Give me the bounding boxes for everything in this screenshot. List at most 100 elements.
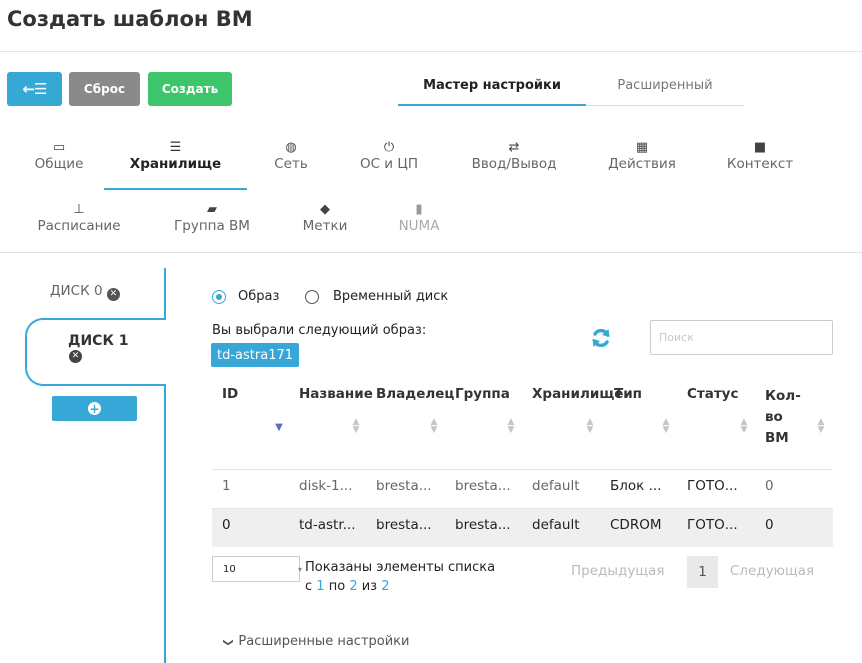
tab-network[interactable]: ◍ Сеть [268, 140, 314, 172]
tab-actions[interactable]: ▦ Действия [602, 140, 682, 172]
prev-page-button[interactable]: Предыдущая [571, 563, 664, 579]
sitemap-icon: ⊥ [73, 202, 85, 217]
table-info-line1: Показаны элементы списка [305, 560, 496, 575]
cell-name: td-astr... [299, 517, 356, 533]
sort-icon[interactable]: ▲ ▼ [817, 418, 825, 435]
cell-owner: bresta... [376, 517, 432, 533]
tab-numa[interactable]: ▮ NUMA [390, 202, 448, 234]
column-header-id[interactable]: ID [222, 386, 238, 402]
column-header-vms-line2: во [765, 409, 783, 425]
next-page-button[interactable]: Следующая [730, 563, 814, 579]
disk-0-label: ДИСК 0 [50, 283, 103, 299]
cell-status: ГОТО... [687, 517, 738, 533]
sort-icon[interactable]: ▲ ▼ [740, 418, 748, 435]
back-button[interactable]: ←☰ [7, 72, 62, 106]
reset-button[interactable]: Сброс [69, 72, 140, 106]
active-tab-underline [104, 188, 247, 190]
cell-id: 0 [222, 517, 231, 533]
tab-advanced[interactable]: Расширенный [586, 78, 744, 106]
selected-image-text: Вы выбрали следующий образ: [212, 323, 427, 338]
folder-icon: ■ [753, 140, 767, 155]
arrow-left-list-icon: ←☰ [22, 80, 47, 98]
table-info: Показаны элементы списка с 1 по 2 из 2 [305, 558, 495, 596]
cell-datastore: default [532, 517, 580, 533]
tab-os-cpu[interactable]: ⏻ ОС и ЦП [353, 140, 425, 172]
calendar-icon: ▦ [635, 140, 649, 155]
cell-datastore: default [532, 478, 580, 494]
tab-context-label: Контекст [726, 156, 794, 172]
laptop-icon: ▭ [52, 140, 66, 155]
table-info-by: по [328, 579, 346, 594]
page-size-value: 10 [223, 563, 236, 575]
chip-icon: ▮ [415, 202, 423, 217]
refresh-icon[interactable] [589, 326, 613, 350]
cell-group: bresta... [455, 478, 511, 494]
tab-wizard[interactable]: Мастер настройки [398, 78, 586, 106]
sort-icon[interactable]: ▲ ▼ [507, 418, 515, 435]
column-header-name[interactable]: Название [299, 386, 373, 402]
tab-tags[interactable]: ◆ Метки [297, 202, 353, 234]
tab-storage-label: Хранилище [129, 156, 222, 172]
cell-type: Блок ... [610, 478, 662, 494]
column-header-owner[interactable]: Владелец [376, 386, 454, 402]
tab-vm-group[interactable]: ▰ Группа ВМ [164, 202, 260, 234]
advanced-settings-label: Расширенные настройки [238, 634, 410, 649]
globe-icon: ◍ [285, 140, 297, 155]
tab-tags-label: Метки [302, 218, 348, 234]
disk-0-tab[interactable]: ДИСК 0 ✕ [50, 283, 120, 301]
column-header-status[interactable]: Статус [687, 386, 738, 402]
chevron-down-icon: ❯ [222, 638, 234, 647]
disk-1-tab[interactable] [25, 318, 166, 386]
column-header-vms[interactable]: Кол- во ВМ [765, 386, 801, 449]
column-header-type[interactable]: Тип [614, 386, 642, 402]
search-input[interactable] [650, 320, 833, 355]
tab-vm-group-label: Группа ВМ [174, 218, 250, 234]
column-header-vms-line1: Кол- [765, 388, 801, 404]
volatile-radio-label: Временный диск [333, 289, 449, 304]
cell-name: disk-1... [299, 478, 353, 494]
sort-icon[interactable]: ▲ ▼ [430, 418, 438, 435]
page-size-select[interactable]: 10 ▾ [212, 556, 302, 582]
sort-icon[interactable]: ▲ ▼ [662, 418, 670, 435]
page-title: Создать шаблон ВМ [7, 7, 253, 31]
advanced-settings-toggle[interactable]: ❯ Расширенные настройки [222, 634, 410, 649]
add-disk-button[interactable]: + [52, 396, 137, 421]
image-radio[interactable] [212, 290, 226, 304]
cell-status: ГОТО... [687, 478, 738, 494]
column-header-datastore[interactable]: Хранилище [532, 386, 623, 402]
tab-general[interactable]: ▭ Общие [31, 140, 87, 172]
folder-open-icon: ▰ [207, 202, 217, 217]
remove-disk-0-icon[interactable]: ✕ [106, 288, 120, 301]
sort-desc-icon[interactable]: ▼ [275, 423, 283, 433]
cell-vms: 0 [765, 478, 774, 494]
volatile-radio[interactable] [305, 290, 319, 304]
page-button-1[interactable]: 1 [687, 556, 718, 588]
disk-1-label: ДИСК 1 [68, 333, 129, 349]
column-header-vms-line3: ВМ [765, 430, 789, 446]
tab-numa-label: NUMA [398, 218, 440, 234]
tab-io-label: Ввод/Вывод [471, 156, 557, 172]
tag-icon: ◆ [320, 202, 330, 217]
tab-actions-label: Действия [608, 156, 676, 172]
tab-os-cpu-label: ОС и ЦП [359, 156, 419, 172]
tab-schedule[interactable]: ⊥ Расписание [28, 202, 130, 234]
tab-storage[interactable]: ☰ Хранилище [104, 140, 247, 172]
cell-type: CDROM [610, 517, 662, 533]
table-header-divider [212, 469, 833, 470]
table-info-prefix: с [305, 579, 313, 594]
tab-general-label: Общие [34, 156, 84, 172]
chevron-down-icon: ▾ [297, 565, 302, 574]
sort-icon[interactable]: ▲ ▼ [352, 418, 360, 435]
cell-id: 1 [222, 478, 231, 494]
create-button[interactable]: Создать [148, 72, 232, 106]
tab-schedule-label: Расписание [37, 218, 121, 234]
image-radio-label: Образ [238, 289, 280, 304]
storage-icon: ☰ [169, 140, 182, 155]
power-icon: ⏻ [383, 140, 395, 155]
column-header-group[interactable]: Группа [455, 386, 510, 402]
tab-context[interactable]: ■ Контекст [722, 140, 798, 172]
sort-icon[interactable]: ▲ ▼ [586, 418, 594, 435]
tab-io[interactable]: ⇄ Ввод/Вывод [466, 140, 562, 172]
remove-disk-1-icon[interactable]: ✕ [69, 350, 82, 363]
table-info-to: 2 [349, 579, 358, 594]
